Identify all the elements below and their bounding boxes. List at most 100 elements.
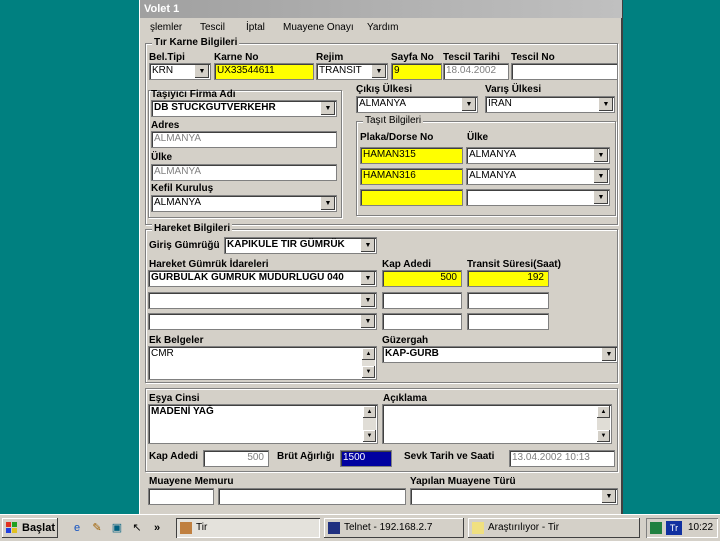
muayene-memuru-kod-field[interactable] xyxy=(148,488,214,505)
adres-field[interactable]: ALMANYA xyxy=(151,131,337,148)
scroll-up-icon[interactable]: ▲ xyxy=(597,406,610,418)
chevron-down-icon[interactable]: ▼ xyxy=(598,98,613,111)
task-arastir-label: Araştırılıyor - Tir xyxy=(488,522,560,533)
tescil-tarihi-label: Tescil Tarihi xyxy=(443,52,500,63)
task-tir-label: Tir xyxy=(196,522,208,533)
transit-suresi-label: Transit Süresi(Saat) xyxy=(467,259,561,270)
chevron-down-icon[interactable]: ▼ xyxy=(593,191,608,204)
kefil-combo[interactable]: ALMANYA ▼ xyxy=(151,195,337,212)
cikis-ulkesi-combo[interactable]: ALMANYA ▼ xyxy=(356,96,478,113)
ulke-field[interactable]: ALMANYA xyxy=(151,164,337,181)
task-arastir[interactable]: Araştırılıyor - Tir xyxy=(468,518,640,538)
aciklama-textarea[interactable]: ▲ ▼ xyxy=(382,404,612,444)
rejim-combo[interactable]: TRANSIT ▼ xyxy=(316,63,388,80)
sayfa-no-field[interactable]: 9 xyxy=(391,63,442,80)
chevron-down-icon[interactable]: ▼ xyxy=(360,315,375,328)
scrollbar[interactable]: ▲ ▼ xyxy=(597,406,610,442)
menu-bar: şlemler Tescil İptal Muayene Onayı Yardı… xyxy=(140,20,622,36)
hareket-idare-combo-1[interactable]: GURBULAK GUMRUK MUDURLUGU 040 ▼ xyxy=(148,270,377,287)
more-chevron-icon[interactable]: » xyxy=(150,521,164,535)
giris-gumrugu-combo[interactable]: KAPIKULE TIR GÜMRÜK ▼ xyxy=(224,237,377,254)
network-icon[interactable] xyxy=(650,522,662,534)
chevron-down-icon[interactable]: ▼ xyxy=(360,239,375,252)
menu-tescil[interactable]: Tescil xyxy=(200,22,225,33)
chevron-down-icon[interactable]: ▼ xyxy=(593,149,608,162)
chevron-down-icon[interactable]: ▼ xyxy=(320,197,335,210)
scroll-up-icon[interactable]: ▲ xyxy=(363,406,376,418)
menu-islemler[interactable]: şlemler xyxy=(150,22,182,33)
muayene-memuru-ad-field[interactable] xyxy=(218,488,406,505)
transit-suresi-field-2[interactable] xyxy=(467,292,549,309)
tasit-ulke-combo-2[interactable]: ALMANYA ▼ xyxy=(466,168,610,185)
system-tray: Tr 10:22 xyxy=(646,518,718,538)
tasit-title: Taşıt Bilgileri xyxy=(363,115,424,126)
muayene-memuru-label: Muayene Memuru xyxy=(149,476,234,487)
terminal-icon xyxy=(328,522,340,534)
plaka-field-3[interactable] xyxy=(360,189,463,206)
tasiyici-firma-combo[interactable]: DB STUCKGUTVERKEHR ▼ xyxy=(151,100,337,117)
transit-suresi-field-1[interactable]: 192 xyxy=(467,270,549,287)
chevron-down-icon[interactable]: ▼ xyxy=(461,98,476,111)
esya-cinsi-textarea[interactable]: MADENİ YAĞ ▲ ▼ xyxy=(148,404,378,444)
varis-ulkesi-combo[interactable]: İRAN ▼ xyxy=(485,96,615,113)
tasit-ulke-combo-3[interactable]: ▼ xyxy=(466,189,610,206)
scroll-down-icon[interactable]: ▼ xyxy=(363,430,376,442)
clock[interactable]: 10:22 xyxy=(688,522,713,533)
ek-belgeler-label: Ek Belgeler xyxy=(149,335,204,346)
scroll-up-icon[interactable]: ▲ xyxy=(362,348,375,360)
rejim-label: Rejim xyxy=(316,52,344,63)
esya-kap-adedi-field[interactable]: 500 xyxy=(203,450,269,467)
chevron-down-icon[interactable]: ▼ xyxy=(320,102,335,115)
start-button[interactable]: Başlat xyxy=(2,518,58,538)
tescil-tarihi-field[interactable]: 18.04.2002 xyxy=(443,63,509,80)
menu-muayene-onayi[interactable]: Muayene Onayı xyxy=(283,22,354,33)
muayene-turu-label: Yapılan Muayene Türü xyxy=(410,476,516,487)
windows-logo-icon xyxy=(6,522,17,533)
outlook-icon[interactable]: ✎ xyxy=(90,521,104,535)
plaka-field-2[interactable]: HAMAN316 xyxy=(360,168,463,185)
tasit-ulke-combo-1[interactable]: ALMANYA ▼ xyxy=(466,147,610,164)
tescil-no-field[interactable] xyxy=(511,63,618,80)
tir-karne-title: Tır Karne Bilgileri xyxy=(152,37,240,48)
kap-adedi-field-1[interactable]: 500 xyxy=(382,270,462,287)
muayene-turu-combo[interactable]: ▼ xyxy=(410,488,618,505)
bel-tipi-combo[interactable]: KRN ▼ xyxy=(149,63,211,80)
task-tir[interactable]: Tir xyxy=(176,518,320,538)
chevron-down-icon[interactable]: ▼ xyxy=(371,65,386,78)
scrollbar[interactable]: ▲ ▼ xyxy=(362,348,375,378)
scrollbar[interactable]: ▲ ▼ xyxy=(363,406,376,442)
karne-no-field[interactable]: UX33544611 xyxy=(214,63,314,80)
ek-belgeler-textarea[interactable]: CMR ▲ ▼ xyxy=(148,346,377,380)
cikis-ulkesi-label: Çıkış Ülkesi xyxy=(356,84,413,95)
kap-adedi-field-2[interactable] xyxy=(382,292,462,309)
tescil-no-label: Tescil No xyxy=(511,52,555,63)
menu-iptal[interactable]: İptal xyxy=(246,22,265,33)
chevron-down-icon[interactable]: ▼ xyxy=(360,294,375,307)
brut-agirligi-field[interactable]: 1500 xyxy=(340,450,392,467)
chevron-down-icon[interactable]: ▼ xyxy=(360,272,375,285)
chevron-down-icon[interactable]: ▼ xyxy=(593,170,608,183)
sevk-tarih-field[interactable]: 13.04.2002 10:13 xyxy=(509,450,615,467)
language-indicator[interactable]: Tr xyxy=(666,521,682,535)
chevron-down-icon[interactable]: ▼ xyxy=(601,490,616,503)
ie-icon[interactable]: e xyxy=(70,521,84,535)
guzergah-combo[interactable]: KAP-GURB ▼ xyxy=(382,346,618,363)
kap-adedi-field-3[interactable] xyxy=(382,313,462,330)
cursor-icon[interactable]: ↖ xyxy=(130,521,144,535)
transit-suresi-field-3[interactable] xyxy=(467,313,549,330)
ulke-label: Ülke xyxy=(151,152,173,163)
chevron-down-icon[interactable]: ▼ xyxy=(601,348,616,361)
guzergah-label: Güzergah xyxy=(382,335,429,346)
hareket-idare-combo-3[interactable]: ▼ xyxy=(148,313,377,330)
task-telnet[interactable]: Telnet - 192.168.2.7 xyxy=(324,518,464,538)
plaka-field-1[interactable]: HAMAN315 xyxy=(360,147,463,164)
esya-kap-adedi-label: Kap Adedi xyxy=(149,451,199,462)
scroll-down-icon[interactable]: ▼ xyxy=(362,366,375,378)
window-title: Volet 1 xyxy=(140,0,622,18)
menu-yardim[interactable]: Yardım xyxy=(367,22,399,33)
desktop-icon[interactable]: ▣ xyxy=(110,521,124,535)
start-label: Başlat xyxy=(22,522,56,534)
chevron-down-icon[interactable]: ▼ xyxy=(194,65,209,78)
hareket-idare-combo-2[interactable]: ▼ xyxy=(148,292,377,309)
scroll-down-icon[interactable]: ▼ xyxy=(597,430,610,442)
